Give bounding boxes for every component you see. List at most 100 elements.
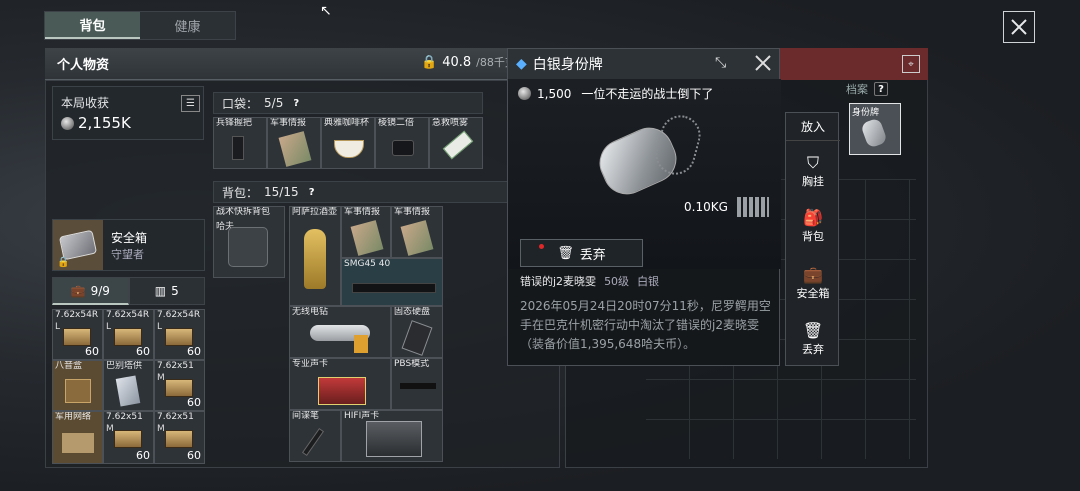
ammo-icon	[114, 430, 142, 448]
safe-box-tabs: 💼 9/9 ▥ 5	[52, 277, 205, 305]
menu-item-backpack[interactable]: 🎒 背包	[786, 208, 840, 244]
killer-info: 错误的j2麦晓雯 50级 白银	[520, 273, 659, 289]
ssd-icon	[401, 320, 433, 356]
trash-icon: 🗑	[802, 321, 824, 340]
backpack-section: 背包： 15/15 ? 战术快拆背包 哈夫 阿萨拉酒壶 军事情报 军事情报 SMG…	[213, 181, 551, 462]
price-row: 1,500 一位不走运的战士倒下了	[518, 85, 713, 102]
cup-icon	[334, 140, 364, 158]
popup-header: ◆ 白银身份牌 ⤡	[508, 49, 779, 79]
item-sub: M	[157, 424, 165, 434]
item-name: 无线电钻	[292, 307, 329, 317]
hifi-card-icon	[366, 421, 422, 457]
ammo-icon	[114, 328, 142, 346]
personal-supplies-header: 个人物资 🔒 40.8/88千克	[45, 48, 555, 80]
chest-rig-icon: ⛉	[806, 153, 819, 172]
backpack-label: 背包：	[222, 185, 259, 200]
backpack-icon: 🎒	[803, 208, 823, 227]
safe-item[interactable]: 7.62x51 M 60	[154, 411, 205, 464]
location-pin-icon[interactable]: ⌖	[902, 55, 920, 73]
backpack-grid: 战术快拆背包 哈夫 阿萨拉酒壶 军事情报 军事情报 SMG45 40 无线电钻 …	[213, 206, 551, 462]
item-title: 白银身份牌	[532, 57, 603, 73]
backpack-item[interactable]: 间谍笔	[289, 410, 341, 462]
medical-tab[interactable]: ▥ 5	[128, 277, 205, 305]
item-name: 棱镜二倍	[378, 118, 415, 128]
kill-record-text: 2026年05月24日20时07分11秒，尼罗鳄用空手在巴克什机密行动中淘汰了错…	[520, 299, 771, 351]
item-name: 7.62x54R	[106, 310, 150, 320]
pocket-item[interactable]: 典雅咖啡杯	[321, 117, 375, 169]
backpack-item[interactable]: 专业声卡	[289, 358, 391, 410]
backpack-item[interactable]: SMG45 40	[341, 258, 443, 306]
safe-item[interactable]: 7.62x54R L 60	[154, 309, 205, 360]
safe-item[interactable]: 巴别塔供	[103, 360, 154, 411]
safe-item[interactable]: 7.62x54R L 60	[52, 309, 103, 360]
drop-button[interactable]: 🗑 丢弃	[520, 239, 643, 267]
item-name: 战术快拆背包	[216, 207, 271, 217]
item-qty: 60	[136, 449, 150, 462]
archive-tab[interactable]: 档案?	[846, 79, 906, 99]
item-name: 巴别塔供	[106, 361, 143, 371]
pocket-item[interactable]: 兵锋握把	[213, 117, 267, 169]
ammo-icon	[165, 379, 193, 397]
put-into-menu: 放入 ⛉ 胸挂 🎒 背包 💼 安全箱 🗑 丢弃	[785, 112, 840, 366]
sound-card-icon	[318, 377, 366, 405]
backpack-item[interactable]: 无线电钻	[289, 306, 391, 358]
help-icon[interactable]: ?	[874, 82, 888, 96]
intel-icon	[400, 220, 434, 256]
safe-item[interactable]: 7.62x51 M 60	[154, 360, 205, 411]
tab-health[interactable]: 健康	[140, 12, 235, 39]
medical-icon: ▥	[154, 284, 167, 298]
safe-items-tab[interactable]: 💼 9/9	[52, 277, 129, 305]
network-device-icon	[61, 432, 95, 454]
item-qty: 60	[187, 449, 201, 462]
item-name: 阿萨拉酒壶	[292, 207, 338, 217]
backpack-slot[interactable]: 战术快拆背包 哈夫	[213, 206, 285, 278]
item-name: 典雅咖啡杯	[324, 118, 370, 128]
collapse-icon[interactable]: ⤡	[715, 55, 726, 71]
dog-tag-icon	[860, 117, 888, 149]
item-sub: M	[106, 424, 114, 434]
close-button[interactable]	[1003, 11, 1035, 43]
safe-box-slot[interactable]: 🔒 安全箱 守望者	[52, 219, 205, 271]
weight-icon: 🔒	[421, 54, 438, 70]
id-tag-slot[interactable]: 身份牌	[849, 103, 901, 155]
safe-item[interactable]: 军用网络	[52, 411, 103, 464]
pocket-item[interactable]: 军事情报	[267, 117, 321, 169]
menu-item-discard[interactable]: 🗑 丢弃	[786, 321, 840, 357]
safe-item[interactable]: 7.62x51 M 60	[103, 411, 154, 464]
pocket-item[interactable]: 棱镜二倍	[375, 117, 429, 169]
intel-icon	[350, 220, 384, 256]
pocket-section: 口袋： 5/5 ? 兵锋握把 军事情报 典雅咖啡杯 棱镜二倍 急救喷雾	[213, 92, 483, 169]
pocket-header: 口袋： 5/5 ?	[213, 92, 483, 114]
safe-item[interactable]: 7.62x54R L 60	[103, 309, 154, 360]
item-name: PBS模式	[394, 359, 430, 369]
menu-item-chest-rig[interactable]: ⛉ 胸挂	[786, 153, 840, 189]
backpack-item[interactable]: 固态硬盘	[391, 306, 443, 358]
pocket-item[interactable]: 急救喷雾	[429, 117, 483, 169]
close-icon	[1011, 19, 1027, 35]
alert-dot	[539, 244, 544, 249]
item-name: 军事情报	[270, 118, 307, 128]
popup-close-icon[interactable]	[753, 53, 773, 76]
trash-icon: 🗑	[557, 245, 574, 261]
item-sub: L	[55, 322, 61, 332]
help-icon[interactable]: ?	[305, 185, 319, 199]
ammo-icon	[165, 328, 193, 346]
item-detail-popup: ◆ 白银身份牌 ⤡ 1,500 一位不走运的战士倒下了 0.10KG 🗑 丢弃 错…	[507, 48, 781, 366]
item-price: 1,500	[537, 86, 572, 101]
item-name: 军事情报	[344, 207, 381, 217]
item-name: 固态硬盘	[394, 307, 431, 317]
item-qty: 60	[187, 345, 201, 358]
help-icon[interactable]: ?	[289, 96, 303, 110]
menu-item-label: 安全箱	[796, 287, 830, 300]
list-button[interactable]: ☰	[181, 95, 200, 112]
backpack-item[interactable]: HIFI声卡	[341, 410, 443, 462]
backpack-item[interactable]: 军事情报	[391, 206, 443, 258]
backpack-item[interactable]: PBS模式	[391, 358, 443, 410]
backpack-item[interactable]: 军事情报	[341, 206, 391, 258]
tab-backpack[interactable]: 背包	[45, 12, 140, 39]
menu-item-safe-box[interactable]: 💼 安全箱	[786, 265, 840, 301]
item-sub: M	[157, 373, 165, 383]
item-name: 军用网络	[55, 412, 92, 422]
backpack-item[interactable]: 阿萨拉酒壶	[289, 206, 341, 306]
safe-item[interactable]: 八音盒	[52, 360, 103, 411]
